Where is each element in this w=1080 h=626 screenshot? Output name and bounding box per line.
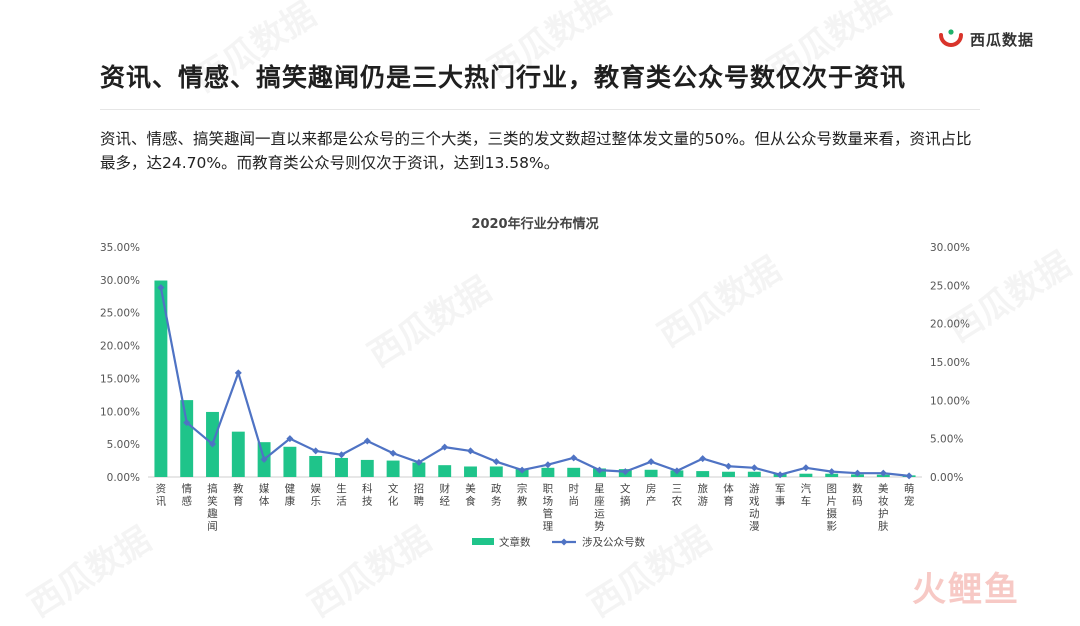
category-label: 资讯 bbox=[156, 483, 167, 508]
right-axis-tick-label: 30.00% bbox=[930, 242, 970, 254]
bar-时尚 bbox=[567, 467, 581, 477]
category-label: 房产 bbox=[646, 482, 657, 508]
category-label: 萌宠 bbox=[904, 482, 915, 508]
bar-汽车 bbox=[799, 473, 813, 477]
left-axis-tick-label: 35.00% bbox=[100, 242, 140, 254]
bar-旅游 bbox=[696, 471, 710, 477]
bar-财经 bbox=[438, 465, 452, 477]
line-point-政务 bbox=[492, 458, 500, 466]
category-label: 数码 bbox=[852, 482, 863, 508]
category-label: 宗教 bbox=[517, 482, 528, 508]
legend-label-line: 涉及公众号数 bbox=[582, 536, 645, 549]
right-axis-tick-label: 5.00% bbox=[930, 434, 963, 446]
category-label: 文摘 bbox=[620, 482, 631, 508]
category-label: 职场管理 bbox=[543, 483, 554, 533]
category-label: 汽车 bbox=[801, 482, 812, 508]
left-axis-tick-label: 10.00% bbox=[100, 406, 140, 418]
category-label: 时尚 bbox=[568, 483, 579, 508]
category-label: 科技 bbox=[362, 482, 373, 508]
bar-文化 bbox=[386, 460, 400, 477]
category-label: 情感 bbox=[181, 482, 192, 508]
category-label: 游戏动漫 bbox=[749, 482, 760, 533]
category-label: 星座运势 bbox=[594, 483, 605, 533]
right-axis-tick-label: 0.00% bbox=[930, 472, 963, 484]
category-label: 美食 bbox=[465, 482, 476, 508]
bar-职场管理 bbox=[541, 467, 555, 477]
line-point-娱乐 bbox=[312, 447, 320, 455]
category-label: 政务 bbox=[491, 482, 502, 508]
line-series-accounts bbox=[159, 287, 910, 477]
line-point-旅游 bbox=[699, 455, 707, 463]
line-point-文化 bbox=[389, 449, 397, 457]
line-point-体育 bbox=[725, 462, 732, 470]
left-axis-tick-label: 20.00% bbox=[100, 341, 140, 353]
left-axis-tick-label: 0.00% bbox=[107, 472, 140, 484]
left-axis-tick-label: 15.00% bbox=[100, 373, 140, 385]
bar-生活 bbox=[335, 457, 348, 477]
bar-教育 bbox=[231, 431, 245, 477]
category-label: 美妆护肤 bbox=[878, 482, 889, 533]
bar-情感 bbox=[180, 400, 194, 477]
category-label: 三农 bbox=[672, 483, 683, 508]
category-label: 旅游 bbox=[697, 482, 708, 508]
line-point-美食 bbox=[467, 447, 474, 455]
left-axis-tick-label: 30.00% bbox=[100, 275, 140, 287]
bar-政务 bbox=[489, 466, 503, 477]
line-point-汽车 bbox=[802, 464, 810, 472]
category-label: 军事 bbox=[775, 483, 786, 508]
bar-体育 bbox=[722, 471, 735, 477]
left-axis-tick-label: 25.00% bbox=[100, 308, 140, 320]
category-label: 搞笑趣闻 bbox=[207, 482, 218, 533]
category-label: 生活 bbox=[336, 482, 347, 508]
line-point-教育 bbox=[234, 369, 242, 377]
legend-label-bars: 文章数 bbox=[499, 536, 531, 549]
bar-房产 bbox=[644, 469, 658, 477]
right-axis-tick-label: 25.00% bbox=[930, 280, 970, 292]
bar-健康 bbox=[283, 446, 297, 477]
industry-distribution-chart: 2020年行业分布情况 0.00% 5.00% 10.00% 15.00% 20.00% 2… bbox=[100, 216, 970, 549]
legend-swatch-bars bbox=[472, 538, 494, 545]
category-label: 文化 bbox=[388, 482, 399, 508]
line-point-房产 bbox=[647, 458, 655, 466]
right-axis-tick-label: 10.00% bbox=[930, 395, 970, 407]
chart-title: 2020年行业分布情况 bbox=[471, 216, 598, 232]
corner-mark: 火鲤鱼 bbox=[912, 570, 1020, 610]
category-label: 体育 bbox=[723, 483, 734, 508]
category-label: 媒体 bbox=[259, 482, 270, 508]
bar-美食 bbox=[464, 466, 477, 477]
category-label: 招聘 bbox=[414, 482, 425, 508]
right-axis-tick-label: 20.00% bbox=[930, 319, 970, 331]
category-label: 财经 bbox=[439, 482, 450, 508]
category-label: 健康 bbox=[285, 483, 296, 508]
line-point-萌宠 bbox=[905, 472, 913, 480]
bar-娱乐 bbox=[309, 455, 323, 477]
category-label: 娱乐 bbox=[310, 482, 321, 508]
line-point-时尚 bbox=[570, 454, 578, 462]
left-axis-tick-label: 5.00% bbox=[107, 439, 140, 451]
line-point-游戏动漫 bbox=[750, 464, 758, 472]
category-label: 图片摄影 bbox=[826, 483, 837, 533]
category-label: 教育 bbox=[233, 482, 244, 508]
line-point-职场管理 bbox=[544, 461, 552, 469]
bar-科技 bbox=[360, 459, 374, 477]
bar-游戏动漫 bbox=[747, 471, 761, 477]
right-axis-tick-label: 15.00% bbox=[930, 357, 970, 369]
legend-swatch-marker bbox=[560, 538, 568, 546]
